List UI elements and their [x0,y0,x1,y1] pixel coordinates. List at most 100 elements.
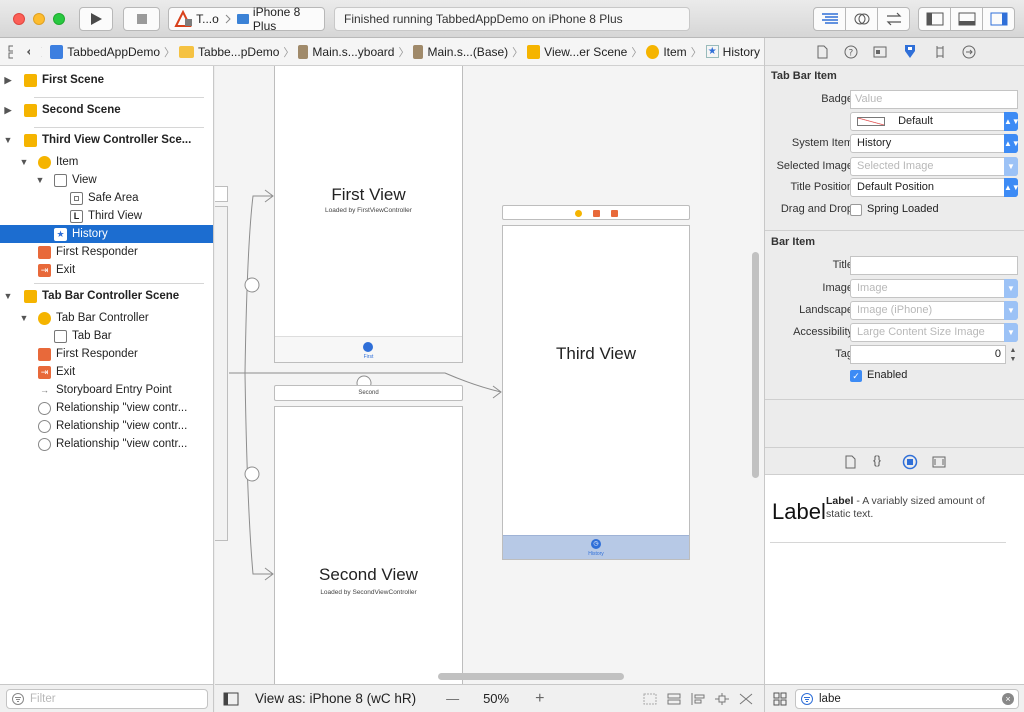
outline-tab-bar[interactable]: Tab Bar [0,327,213,345]
scene-dock-exit-icon[interactable] [611,210,618,217]
disclosure-open-icon[interactable]: ▼ [3,291,13,301]
outline-toggle-icon[interactable] [223,692,239,706]
tag-input[interactable]: 0 [850,345,1006,364]
outline-exit[interactable]: ⇥ Exit [0,261,213,279]
media-library-icon[interactable] [932,455,946,469]
third-view-scene[interactable]: Third View ◷ History [502,225,690,560]
system-item-popup[interactable]: History ▲▼ [850,134,1020,153]
update-frames-icon[interactable] [642,692,658,706]
object-library-icon[interactable] [902,454,918,470]
badge-input[interactable]: Value [850,90,1018,109]
outline-first-responder[interactable]: First Responder [0,243,213,261]
help-inspector-icon[interactable]: ? [844,45,858,59]
connections-inspector-icon[interactable] [962,45,976,59]
second-scene-header[interactable]: Second [274,385,463,401]
breadcrumb-project[interactable]: TabbedAppDemo 〉 [50,44,175,60]
second-view-scene[interactable]: Second View Loaded by SecondViewControll… [274,406,463,684]
tab-bar-controller-scene[interactable] [215,206,228,541]
disclosure-open-icon[interactable]: ▼ [35,175,45,185]
title-input[interactable] [850,256,1018,275]
breadcrumb-item[interactable]: Item 〉 [646,44,702,60]
scene-dock-vc-icon[interactable] [575,210,582,217]
close-window-button[interactable] [13,13,25,25]
outline-relationship[interactable]: Relationship "view contr... [0,435,213,453]
back-arrow-icon[interactable] [25,45,30,59]
stop-button[interactable] [123,7,160,31]
outline-third-scene[interactable]: ▼ Third View Controller Sce... [0,131,213,149]
outline-item[interactable]: ▼ Item [0,153,213,171]
scene-dock-responder-icon[interactable] [593,210,600,217]
zoom-window-button[interactable] [53,13,65,25]
outline-first-scene[interactable]: ▶ First Scene [0,71,213,89]
related-items-icon[interactable] [8,45,14,59]
badge-color-popup[interactable]: Default ▲▼ [850,112,1020,131]
landscape-combo[interactable]: Image (iPhone) ▼ [850,301,1018,320]
first-view-scene[interactable]: First View Loaded by FirstViewController… [274,66,463,363]
disclosure-open-icon[interactable]: ▼ [19,157,29,167]
outline-exit-2[interactable]: ⇥ Exit [0,363,213,381]
title-position-popup[interactable]: Default Position ▲▼ [850,178,1020,197]
align-icon[interactable] [690,692,706,706]
third-scene-header[interactable] [502,205,690,220]
run-button[interactable] [79,7,113,31]
selected-image-combo[interactable]: Selected Image ▼ [850,157,1018,176]
attributes-inspector-icon[interactable] [902,44,918,60]
disclosure-open-icon[interactable]: ▼ [3,135,13,145]
debug-area-toggle-button[interactable] [950,7,983,31]
breadcrumb-folder[interactable]: Tabbe...pDemo 〉 [179,44,294,60]
add-constraints-icon[interactable] [714,692,730,706]
vertical-scrollbar[interactable] [752,252,759,478]
code-snippet-icon[interactable]: {} [873,453,881,467]
grid-view-icon[interactable] [773,692,787,706]
identity-inspector-icon[interactable] [873,45,887,59]
forward-arrow-icon[interactable] [38,45,43,59]
breadcrumb-storyboard[interactable]: Main.s...yboard 〉 [298,44,409,60]
assistant-editor-button[interactable] [845,7,878,31]
outline-second-scene[interactable]: ▶ Second Scene [0,101,213,119]
zoom-out-button[interactable]: — [446,691,459,706]
minimize-window-button[interactable] [33,13,45,25]
outline-relationship[interactable]: Relationship "view contr... [0,417,213,435]
resolve-issues-icon[interactable] [738,692,754,706]
outline-history[interactable]: ★ History [0,225,213,243]
breadcrumb-scene[interactable]: View...er Scene 〉 [527,44,642,60]
tab-bar-controller-header[interactable] [215,186,228,202]
file-inspector-icon[interactable] [815,45,829,59]
outline-tab-bar-scene[interactable]: ▼ Tab Bar Controller Scene [0,287,213,305]
spring-loaded-checkbox[interactable] [850,204,862,216]
outline-third-view-label[interactable]: L Third View [0,207,213,225]
breadcrumb-storyboard-base[interactable]: Main.s...(Base) 〉 [413,44,523,60]
navigator-toggle-button[interactable] [918,7,951,31]
zoom-in-button[interactable]: + [535,690,544,708]
disclosure-closed-icon[interactable]: ▶ [3,75,13,86]
storyboard-canvas[interactable]: First View Loaded by FirstViewController… [215,66,764,684]
enabled-checkbox[interactable]: ✓ [850,370,862,382]
library-search-input[interactable]: labe × [795,689,1019,709]
version-editor-button[interactable] [877,7,910,31]
disclosure-open-icon[interactable]: ▼ [19,313,29,323]
standard-editor-button[interactable] [813,7,846,31]
accessibility-combo[interactable]: Large Content Size Image ▼ [850,323,1018,342]
second-view-subtitle: Loaded by SecondViewController [320,589,417,596]
outline-view[interactable]: ▼ View [0,171,213,189]
outline-filter-input[interactable]: Filter [6,689,208,709]
outline-relationship[interactable]: Relationship "view contr... [0,399,213,417]
embed-in-stack-icon[interactable] [666,692,682,706]
disclosure-closed-icon[interactable]: ▶ [3,105,13,116]
file-template-icon[interactable] [843,455,857,469]
library-item-label[interactable]: Label Label - A variably sized amount of… [770,495,1006,543]
view-as-button[interactable]: View as: iPhone 8 (wC hR) [255,691,416,706]
clear-search-icon[interactable]: × [1002,693,1014,705]
outline-entry-point[interactable]: → Storyboard Entry Point [0,381,213,399]
outline-first-responder-2[interactable]: First Responder [0,345,213,363]
scheme-selector[interactable]: T...o iPhone 8 Plus [168,5,325,33]
image-combo[interactable]: Image ▼ [850,279,1018,298]
outline-safe-area[interactable]: Safe Area [0,189,213,207]
horizontal-scrollbar[interactable] [438,673,624,680]
tag-stepper[interactable]: ▲ ▼ [1008,346,1018,364]
size-inspector-icon[interactable] [933,45,947,59]
zoom-level: 50% [483,691,510,706]
utilities-toggle-button[interactable] [982,7,1015,31]
outline-tab-bar-controller[interactable]: ▼ Tab Bar Controller [0,309,213,327]
breadcrumb-history[interactable]: ★ History [705,45,760,59]
